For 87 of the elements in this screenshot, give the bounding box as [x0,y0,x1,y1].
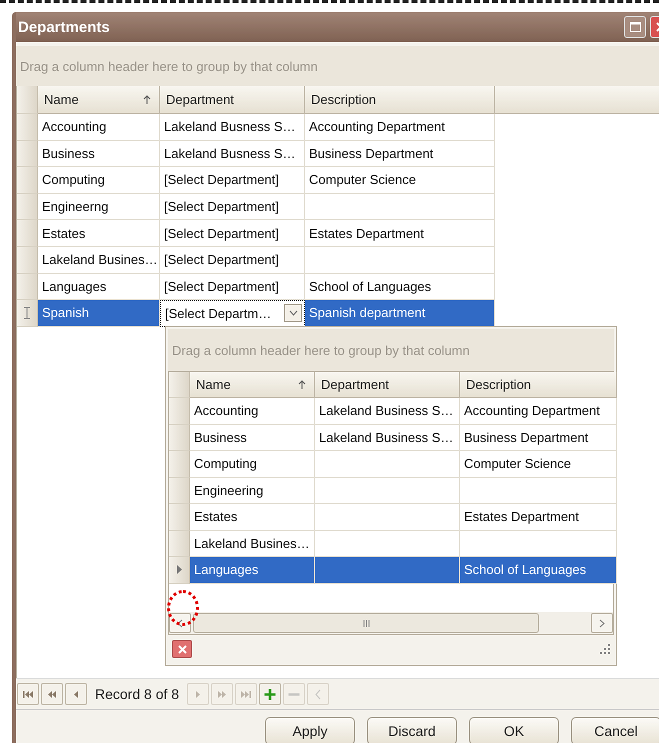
close-icon [178,644,186,654]
column-header[interactable]: Department [160,86,305,114]
table-cell: Lakeland Busines… [190,530,315,557]
column-header[interactable]: Description [460,372,617,398]
table-cell: [Select Department] [160,220,305,247]
table-cell: Spanish [38,300,160,327]
table-cell: Computing [38,167,160,194]
row-indicator[interactable] [169,398,190,424]
row-indicator[interactable] [17,220,38,247]
row-indicator[interactable] [169,424,190,451]
table-cell: Business Department [460,424,617,451]
chevron-left-icon [177,618,183,628]
row-indicator[interactable] [169,504,190,530]
group-hint: Drag a column header here to group by that column [20,58,318,74]
row-indicator[interactable] [17,274,38,300]
table-cell: Accounting [190,398,315,424]
dialog-button[interactable]: Discard [367,717,457,743]
column-header[interactable]: Department [315,372,460,398]
table-cell: [Select Department] [160,274,305,300]
chevron-down-icon [288,310,298,316]
row-indicator[interactable] [17,300,38,327]
row-indicator[interactable] [17,167,38,194]
nav-button[interactable] [65,683,87,705]
row-indicator[interactable] [169,451,190,478]
table-cell: [Select Department] [160,167,305,194]
table-cell: Languages [190,557,315,584]
header-corner [17,86,38,114]
row-indicator[interactable] [17,246,38,274]
column-header[interactable]: Description [305,86,495,114]
table-cell: Languages [38,274,160,300]
row-indicator[interactable] [169,557,190,584]
table-cell: Engineering [190,478,315,504]
column-header[interactable]: Name [190,372,315,398]
table-cell: Business [38,140,160,168]
table-cell: Accounting Department [305,114,495,141]
table-cell: Lakeland Busness S… [160,114,305,141]
row-indicator[interactable] [169,478,190,504]
resize-grip-icon[interactable] [600,644,610,654]
table-cell: Lakeland Busness S… [160,140,305,168]
group-hint: Drag a column header here to group by that column [172,342,470,358]
department-combo[interactable]: [Select Departm… [160,300,305,327]
table-cell: Estates Department [460,504,617,530]
scroll-thumb[interactable] [193,613,539,633]
scroll-right-button[interactable] [591,613,613,633]
table-cell: Business Department [305,140,495,168]
table-cell: Lakeland Busines… [38,246,160,274]
scroll-left-button[interactable] [169,613,191,633]
plus-icon [264,688,276,700]
nav-button[interactable] [41,683,63,705]
table-cell: Computer Science [305,167,495,194]
table-cell: Accounting Department [460,398,617,424]
column-header[interactable]: Name [38,86,160,114]
dialog-button[interactable]: Apply [265,717,355,743]
table-cell: Engineerng [38,194,160,220]
table-cell: Computing [190,451,315,478]
table-cell: School of Languages [305,274,495,300]
table-cell: Lakeland Business S… [315,398,460,424]
table-cell: School of Languages [460,557,617,584]
row-indicator[interactable] [17,140,38,168]
chevron-right-icon [599,618,605,628]
table-cell: Accounting [38,114,160,141]
maximize-button[interactable] [624,16,646,38]
nav-button[interactable] [259,683,282,705]
row-indicator[interactable] [17,194,38,220]
row-indicator[interactable] [17,114,38,141]
clear-button[interactable] [172,640,192,658]
window-title: Departments [17,18,110,36]
table-cell: Spanish department [305,300,495,327]
table-cell: Estates [190,504,315,530]
record-label: Record 8 of 8 [95,686,180,702]
table-cell: Computer Science [460,451,617,478]
table-cell: Estates Department [305,220,495,247]
table-cell: [Select Department] [160,194,305,220]
horizontal-scrollbar[interactable] [169,612,613,634]
table-cell: Lakeland Business S… [315,424,460,451]
nav-button[interactable] [17,683,39,705]
row-indicator[interactable] [169,530,190,557]
table-cell: Business [190,424,315,451]
header-corner [169,372,190,398]
dialog-button[interactable]: Cancel [571,717,659,743]
highlight-circle [167,590,199,626]
dropdown-button[interactable] [284,304,302,322]
maximize-icon [630,22,640,32]
table-cell: [Select Department] [160,246,305,274]
table-cell: Estates [38,220,160,247]
grip-icon [362,620,370,626]
dialog-button[interactable]: OK [469,717,559,743]
